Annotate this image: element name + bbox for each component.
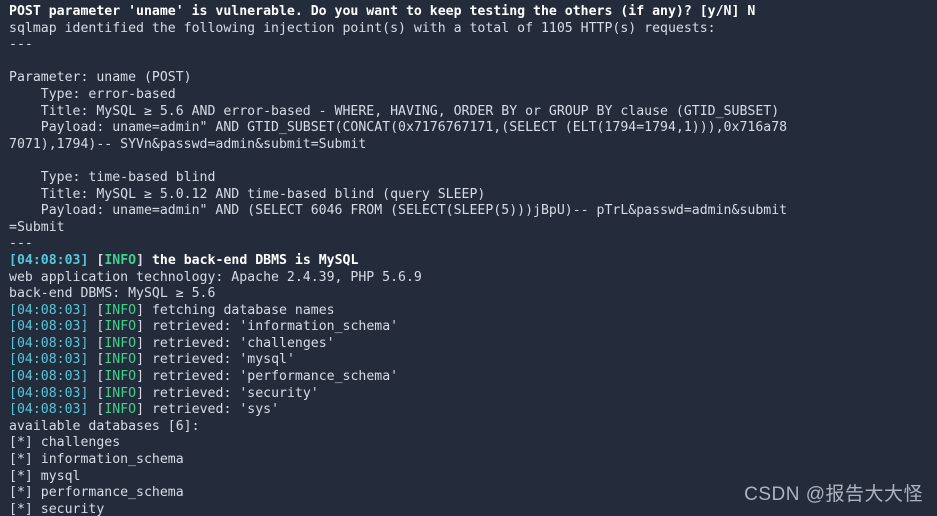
- log-line-list: [04:08:03] [INFO] the back-end DBMS is M…: [0, 253, 937, 419]
- log-level-close-bracket: ]: [136, 369, 145, 385]
- log-message: fetching database names: [151, 302, 335, 318]
- databases-header: available databases [6]:: [9, 418, 200, 434]
- injection-1-title: Title: MySQL ≥ 5.0.12 AND time-based bli…: [9, 186, 486, 202]
- log-line: [04:08:03] [INFO] fetching database name…: [0, 303, 937, 320]
- injection-1-payload-part-1: Payload: uname=admin" AND (SELECT 6046 F…: [9, 203, 788, 219]
- prompt-line: POST parameter 'uname' is vulnerable. Do…: [9, 4, 756, 19]
- database-list-item: [*] information_schema: [9, 452, 184, 468]
- log-timestamp: [04:08:03]: [9, 252, 89, 268]
- log-line: [04:08:03] [INFO] retrieved: 'mysql': [0, 352, 937, 369]
- log-timestamp: [04:08:03]: [9, 335, 89, 351]
- csdn-watermark: CSDN @报告大大怪: [744, 484, 923, 506]
- log-timestamp: [04:08:03]: [9, 352, 89, 368]
- injection-0-title: Title: MySQL ≥ 5.6 AND error-based - WHE…: [9, 103, 780, 119]
- terminal-output-pane[interactable]: POST parameter 'uname' is vulnerable. Do…: [0, 0, 937, 516]
- database-list-item: [*] challenges: [9, 435, 121, 451]
- log-level: INFO: [104, 352, 137, 368]
- injection-1-type: Type: time-based blind: [9, 169, 216, 185]
- log-level-close-bracket: ]: [136, 302, 145, 318]
- log-level: INFO: [104, 335, 137, 351]
- log-message: retrieved: 'sys': [151, 402, 280, 418]
- log-level-close-bracket: ]: [136, 402, 145, 418]
- log-level: INFO: [104, 252, 137, 268]
- log-line: [04:08:03] [INFO] retrieved: 'informatio…: [0, 319, 937, 336]
- log-line: [04:08:03] [INFO] retrieved: 'performanc…: [0, 369, 937, 386]
- log-message: web application technology: Apache 2.4.3…: [9, 269, 422, 285]
- injection-1-payload-part-2: =Submit: [9, 219, 65, 235]
- log-level-close-bracket: ]: [136, 252, 145, 268]
- log-timestamp: [04:08:03]: [9, 369, 89, 385]
- log-timestamp: [04:08:03]: [9, 302, 89, 318]
- log-message: retrieved: 'challenges': [151, 335, 335, 351]
- log-level: INFO: [104, 369, 137, 385]
- log-level: INFO: [104, 402, 137, 418]
- injection-0-payload-part-1: Payload: uname=admin" AND GTID_SUBSET(CO…: [9, 120, 788, 136]
- parameter-line: Parameter: uname (POST): [9, 70, 192, 86]
- log-message: retrieved: 'information_schema': [151, 319, 399, 335]
- log-line: [04:08:03] [INFO] retrieved: 'security': [0, 386, 937, 403]
- log-message: retrieved: 'performance_schema': [151, 369, 399, 385]
- log-timestamp: [04:08:03]: [9, 402, 89, 418]
- log-level: INFO: [104, 385, 137, 401]
- log-level-close-bracket: ]: [136, 319, 145, 335]
- database-list-item: [*] mysql: [9, 468, 81, 484]
- summary-line: sqlmap identified the following injectio…: [9, 20, 716, 36]
- log-timestamp: [04:08:03]: [9, 385, 89, 401]
- separator-bottom: ---: [9, 236, 33, 252]
- log-level: INFO: [104, 319, 137, 335]
- log-line: back-end DBMS: MySQL ≥ 5.6: [0, 286, 937, 303]
- log-line: [04:08:03] [INFO] retrieved: 'challenges…: [0, 336, 937, 353]
- log-level-close-bracket: ]: [136, 385, 145, 401]
- log-line: web application technology: Apache 2.4.3…: [0, 270, 937, 287]
- log-line: [04:08:03] [INFO] retrieved: 'sys': [0, 402, 937, 419]
- log-message: the back-end DBMS is MySQL: [151, 252, 359, 268]
- log-line: [04:08:03] [INFO] the back-end DBMS is M…: [0, 253, 937, 270]
- log-timestamp: [04:08:03]: [9, 319, 89, 335]
- log-message: back-end DBMS: MySQL ≥ 5.6: [9, 286, 216, 302]
- separator-top: ---: [9, 37, 33, 53]
- log-message: retrieved: 'mysql': [151, 352, 295, 368]
- injection-0-type: Type: error-based: [9, 86, 176, 102]
- injection-0-payload-part-2: 7071),1794)-- SYVn&passwd=admin&submit=S…: [9, 136, 367, 152]
- log-level: INFO: [104, 302, 137, 318]
- log-level-close-bracket: ]: [136, 352, 145, 368]
- log-level-close-bracket: ]: [136, 335, 145, 351]
- log-message: retrieved: 'security': [151, 385, 319, 401]
